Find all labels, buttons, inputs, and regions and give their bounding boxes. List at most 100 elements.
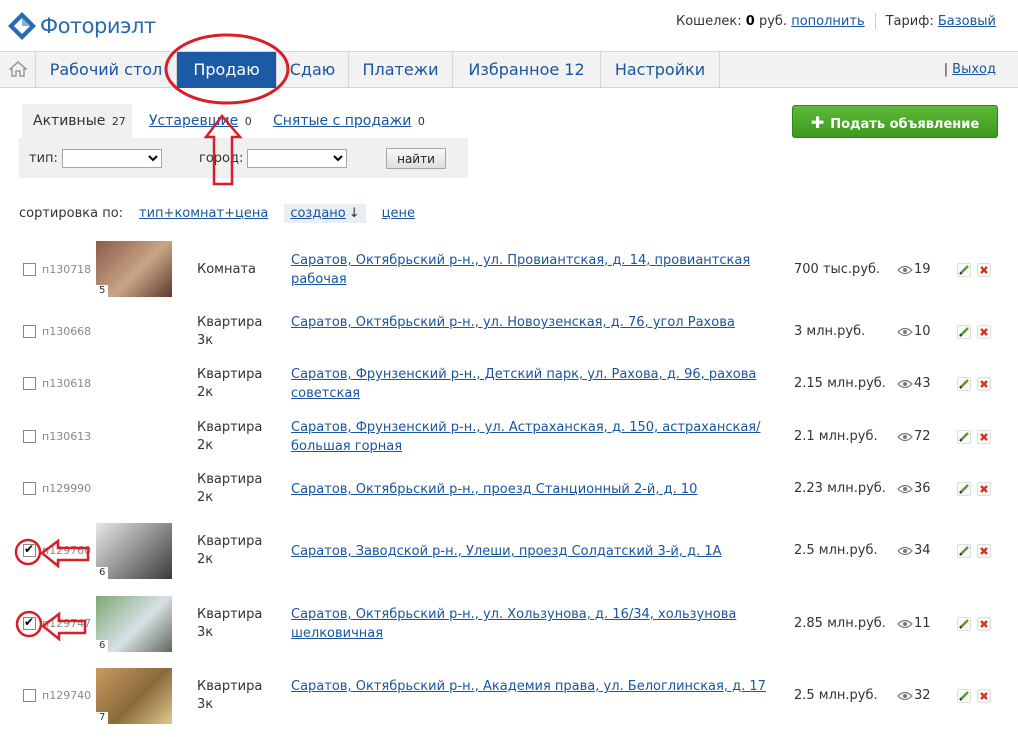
property-type: Квартира 2к [197, 420, 263, 453]
view-count: 10 [897, 324, 931, 339]
listing-address-link[interactable]: Саратов, Октябрьский р-н., Академия прав… [291, 677, 781, 696]
view-count-value: 43 [914, 376, 931, 391]
row-checkbox[interactable] [23, 263, 36, 276]
home-icon [7, 61, 28, 77]
nav-separator: | [943, 62, 949, 77]
listing-photo[interactable]: 6 [96, 523, 172, 579]
listing-photo[interactable]: 6 [96, 596, 172, 652]
view-count-value: 34 [914, 543, 931, 558]
tab-label[interactable]: Устаревшие [149, 113, 238, 129]
topup-link[interactable]: пополнить [791, 14, 864, 29]
nav-favorites[interactable]: Избранное 12 [453, 52, 601, 88]
view-count: 32 [897, 688, 931, 703]
tab-active[interactable]: Активные 27 [22, 104, 132, 138]
delete-icon[interactable] [977, 325, 991, 339]
logout-link[interactable]: Выход [952, 62, 996, 77]
wallet-amount: 0 [745, 13, 755, 29]
listing-photo[interactable]: 5 [96, 241, 172, 297]
listing-price: 3 млн.руб. [794, 324, 866, 339]
add-listing-button[interactable]: ✚ Подать объявление [792, 105, 998, 138]
delete-icon[interactable] [977, 430, 991, 444]
edit-icon[interactable] [957, 325, 971, 339]
nav-payments[interactable]: Платежи [349, 52, 453, 88]
sort-by-created[interactable]: создано ↓ [284, 204, 366, 223]
delete-icon[interactable] [977, 544, 991, 558]
listing-address-link[interactable]: Саратов, Октябрьский р-н., ул. Новоузенс… [291, 313, 781, 332]
tab-outdated[interactable]: Устаревшие 0 [149, 104, 252, 138]
listing-price: 2.23 млн.руб. [794, 481, 886, 496]
property-type: Квартира 3к [197, 315, 263, 348]
tariff-label: Тариф: [885, 13, 934, 29]
eye-icon [897, 484, 913, 493]
row-checkbox[interactable] [23, 430, 36, 443]
delete-icon[interactable] [977, 482, 991, 496]
delete-icon[interactable] [977, 377, 991, 391]
edit-icon[interactable] [957, 482, 971, 496]
listing-id: п130618 [42, 377, 92, 390]
listing-id: п130718 [42, 263, 92, 276]
nav-rent[interactable]: Сдаю [277, 52, 349, 88]
type-select[interactable] [62, 149, 162, 168]
delete-icon[interactable] [977, 617, 991, 631]
edit-icon[interactable] [957, 377, 971, 391]
property-type: Квартира 2к [197, 472, 263, 505]
row-checkbox[interactable] [23, 542, 36, 557]
listing-address-link[interactable]: Саратов, Октябрьский р-н., ул. Провиантс… [291, 251, 781, 289]
edit-icon[interactable] [957, 430, 971, 444]
type-label: тип: [29, 151, 58, 166]
photo-count: 6 [96, 567, 109, 579]
listing-address-link[interactable]: Саратов, Фрунзенский р-н., Детский парк,… [291, 365, 781, 403]
add-listing-label: Подать объявление [830, 117, 980, 132]
view-count: 11 [897, 616, 931, 631]
listing-address-link[interactable]: Саратов, Заводской р-н., Улеши, проезд С… [291, 542, 781, 561]
listing-price: 2.5 млн.руб. [794, 543, 878, 558]
account-info: Кошелек: 0 руб. пополнить Тариф: Базовый [676, 13, 996, 29]
tab-label: Активные [33, 113, 106, 129]
tab-label[interactable]: Снятые с продажи [273, 113, 411, 129]
listing-address-link[interactable]: Саратов, Октябрьский р-н., проезд Станци… [291, 480, 781, 499]
tab-count: 0 [417, 115, 425, 128]
view-count-value: 19 [914, 262, 931, 277]
row-checkbox[interactable] [23, 325, 36, 338]
row-checkbox[interactable] [23, 482, 36, 495]
property-type: Квартира 3к [197, 607, 263, 640]
wallet-currency: руб. [758, 13, 788, 29]
view-count: 34 [897, 543, 931, 558]
listing-address-link[interactable]: Саратов, Фрунзенский р-н., ул. Астраханс… [291, 418, 781, 456]
row-checkbox[interactable] [23, 689, 36, 702]
listing-price: 2.15 млн.руб. [794, 376, 886, 391]
photo-count: 7 [96, 712, 109, 724]
listing-id: п129740 [42, 689, 92, 702]
listing-price: 700 тыс.руб. [794, 262, 881, 277]
listing-address-link[interactable]: Саратов, Октябрьский р-н., ул. Хользунов… [291, 605, 781, 643]
sort-bar: сортировка по: тип+комнат+цена создано ↓ … [19, 204, 415, 223]
delete-icon[interactable] [977, 263, 991, 277]
logo-icon [8, 12, 36, 40]
edit-icon[interactable] [957, 617, 971, 631]
nav-desktop[interactable]: Рабочий стол [36, 52, 177, 88]
find-button[interactable]: найти [386, 148, 446, 169]
eye-icon [897, 432, 913, 441]
sort-created-link[interactable]: создано [290, 206, 345, 221]
eye-icon [897, 327, 913, 336]
nav-sell[interactable]: Продаю [177, 52, 277, 88]
tab-removed[interactable]: Снятые с продажи 0 [273, 104, 425, 138]
listing-price: 2.5 млн.руб. [794, 688, 878, 703]
listing-id: п129760 [42, 544, 92, 557]
logo[interactable]: Фоториэлт [8, 12, 156, 40]
nav-settings[interactable]: Настройки [601, 52, 720, 88]
delete-icon[interactable] [977, 689, 991, 703]
tariff-link[interactable]: Базовый [938, 14, 996, 29]
sort-by-type[interactable]: тип+комнат+цена [139, 206, 268, 221]
city-select[interactable] [247, 149, 347, 168]
edit-icon[interactable] [957, 263, 971, 277]
listing-photo[interactable]: 7 [96, 668, 172, 724]
row-checkbox[interactable] [23, 377, 36, 390]
home-button[interactable] [0, 52, 36, 88]
photo-count: 6 [96, 640, 109, 652]
edit-icon[interactable] [957, 689, 971, 703]
sort-by-price[interactable]: цене [382, 206, 415, 221]
sort-label: сортировка по: [19, 206, 124, 221]
row-checkbox[interactable] [23, 615, 36, 630]
edit-icon[interactable] [957, 544, 971, 558]
